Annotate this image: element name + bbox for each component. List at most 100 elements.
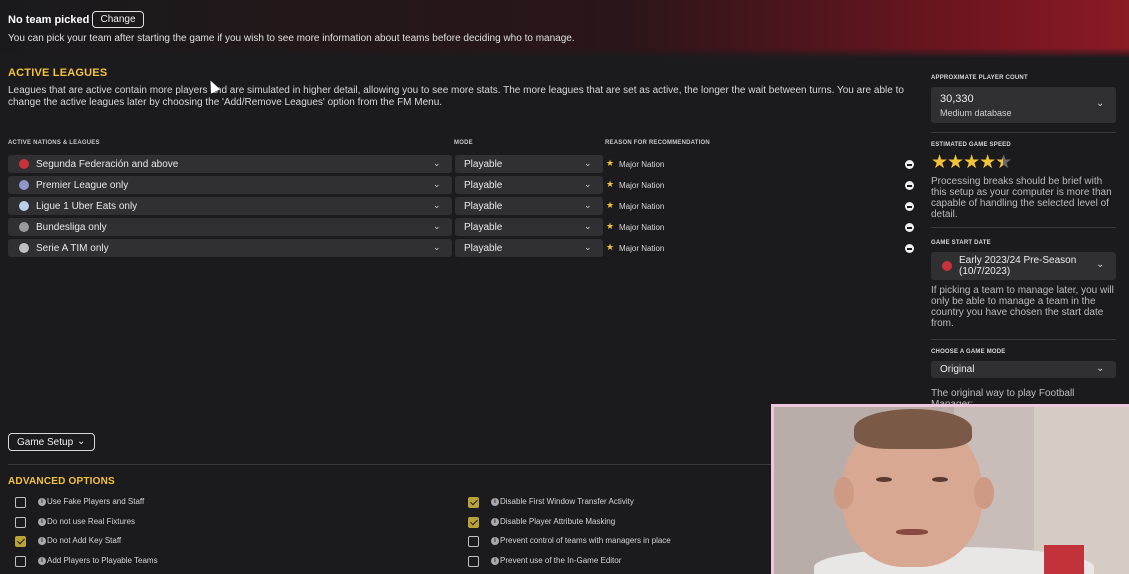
- change-team-button[interactable]: Change: [92, 11, 144, 28]
- player-count-sub: Medium database: [940, 108, 1012, 118]
- section-divider: [8, 464, 773, 465]
- recommendation-reason: Major Nation: [619, 244, 665, 253]
- mode-dropdown[interactable]: Playable ⌄: [455, 197, 603, 215]
- advanced-option: i Prevent use of the In-Game Editor: [468, 556, 768, 568]
- team-title: No team picked: [8, 14, 90, 26]
- chevron-down-icon: ⌄: [1096, 259, 1105, 270]
- league-name: Bundesliga only: [36, 222, 107, 233]
- info-icon[interactable]: i: [38, 518, 46, 526]
- league-name: Ligue 1 Uber Eats only: [36, 201, 138, 212]
- chevron-down-icon: ⌄: [433, 200, 441, 210]
- player-count-value: 30,330: [940, 93, 974, 105]
- option-label: Add Players to Playable Teams: [47, 556, 158, 565]
- active-leagues-description: Leagues that are active contain more pla…: [8, 85, 904, 108]
- league-row: Bundesliga only ⌄ Playable ⌄ ★ Major Nation: [8, 218, 918, 236]
- option-checkbox[interactable]: [15, 517, 26, 528]
- game-mode-dropdown[interactable]: Original ⌄: [931, 361, 1116, 378]
- presenter-ear: [834, 477, 854, 509]
- start-date-text: If picking a team to manage later, you w…: [931, 285, 1114, 329]
- mode-dropdown[interactable]: Playable ⌄: [455, 155, 603, 173]
- mode-dropdown[interactable]: Playable ⌄: [455, 239, 603, 257]
- league-dropdown[interactable]: Premier League only ⌄: [8, 176, 452, 194]
- mode-dropdown[interactable]: Playable ⌄: [455, 176, 603, 194]
- league-dropdown[interactable]: Bundesliga only ⌄: [8, 218, 452, 236]
- option-checkbox[interactable]: [15, 556, 26, 567]
- spain-flag-icon: [19, 159, 29, 169]
- advanced-option: i Do not use Real Fixtures: [15, 517, 315, 529]
- star-icon: ★: [947, 152, 964, 173]
- game-speed-text: Processing breaks should be brief with t…: [931, 176, 1112, 220]
- chevron-down-icon: ⌄: [584, 179, 592, 189]
- advanced-option: i Add Players to Playable Teams: [15, 556, 315, 568]
- league-row: Ligue 1 Uber Eats only ⌄ Playable ⌄ ★ Major N…: [8, 197, 918, 215]
- option-checkbox[interactable]: [468, 497, 479, 508]
- info-icon[interactable]: i: [38, 557, 46, 565]
- remove-league-icon[interactable]: [905, 181, 914, 190]
- recommendation-reason: Major Nation: [619, 160, 665, 169]
- game-speed-rating: ★★★★★: [931, 151, 1012, 174]
- chevron-down-icon: ⌄: [433, 221, 441, 231]
- option-checkbox[interactable]: [468, 517, 479, 528]
- team-description: You can pick your team after starting th…: [8, 33, 575, 44]
- remove-league-icon[interactable]: [905, 223, 914, 232]
- webcam-overlay: [771, 404, 1129, 574]
- league-dropdown[interactable]: Ligue 1 Uber Eats only ⌄: [8, 197, 452, 215]
- star-icon: ★: [963, 152, 980, 173]
- info-icon[interactable]: i: [491, 537, 499, 545]
- option-label: Prevent use of the In-Game Editor: [500, 556, 622, 565]
- mode-dropdown[interactable]: Playable ⌄: [455, 218, 603, 236]
- chevron-down-icon: ⌄: [433, 158, 441, 168]
- advanced-option: i Use Fake Players and Staff: [15, 497, 315, 509]
- advanced-options-title: ADVANCED OPTIONS: [8, 476, 115, 487]
- option-label: Prevent control of teams with managers i…: [500, 536, 671, 545]
- presenter-shirt-stripe: [1044, 545, 1084, 574]
- remove-league-icon[interactable]: [905, 244, 914, 253]
- option-label: Do not Add Key Staff: [47, 536, 122, 545]
- option-checkbox[interactable]: [468, 556, 479, 567]
- game-setup-label: Game Setup: [17, 437, 74, 448]
- start-date-dropdown[interactable]: Early 2023/24 Pre-Season (10/7/2023) ⌄: [931, 252, 1116, 280]
- advanced-option: i Disable Player Attribute Masking: [468, 517, 768, 529]
- half-star-icon: ★: [995, 152, 1012, 173]
- mode-value: Playable: [464, 180, 503, 191]
- info-icon[interactable]: i: [491, 557, 499, 565]
- star-icon: ★: [606, 221, 615, 231]
- option-label: Use Fake Players and Staff: [47, 497, 145, 506]
- side-divider: [931, 132, 1116, 133]
- chevron-down-icon: ⌄: [584, 200, 592, 210]
- recommendation-reason: Major Nation: [619, 223, 665, 232]
- league-dropdown[interactable]: Segunda Federación and above ⌄: [8, 155, 452, 173]
- info-icon[interactable]: i: [38, 537, 46, 545]
- chevron-down-icon: ⌄: [1096, 363, 1105, 374]
- chevron-down-icon: ⌄: [77, 436, 86, 447]
- star-icon: ★: [606, 242, 615, 252]
- game-speed-label: ESTIMATED GAME SPEED: [931, 142, 1011, 148]
- mode-value: Playable: [464, 243, 503, 254]
- england-crest-icon: [19, 180, 29, 190]
- league-row: Serie A TIM only ⌄ Playable ⌄ ★ Major Nation: [8, 239, 918, 257]
- mode-value: Playable: [464, 222, 503, 233]
- remove-league-icon[interactable]: [905, 160, 914, 169]
- start-date-label: GAME START DATE: [931, 240, 991, 246]
- info-icon[interactable]: i: [491, 518, 499, 526]
- game-mode-label: CHOOSE A GAME MODE: [931, 349, 1006, 355]
- league-row: Premier League only ⌄ Playable ⌄ ★ Major Nati…: [8, 176, 918, 194]
- league-dropdown[interactable]: Serie A TIM only ⌄: [8, 239, 452, 257]
- option-checkbox[interactable]: [468, 536, 479, 547]
- game-setup-dropdown[interactable]: Game Setup ⌄: [8, 433, 95, 451]
- chevron-down-icon: ⌄: [584, 158, 592, 168]
- info-icon[interactable]: i: [38, 498, 46, 506]
- remove-league-icon[interactable]: [905, 202, 914, 211]
- star-icon: ★: [606, 200, 615, 210]
- presenter-mouth: [896, 529, 928, 535]
- col-reason-header: REASON FOR RECOMMENDATION: [605, 140, 710, 146]
- info-icon[interactable]: i: [491, 498, 499, 506]
- option-checkbox[interactable]: [15, 536, 26, 547]
- recommendation-reason: Major Nation: [619, 202, 665, 211]
- chevron-down-icon: ⌄: [433, 179, 441, 189]
- player-count-dropdown[interactable]: 30,330 Medium database ⌄: [931, 87, 1116, 123]
- advanced-option: i Prevent control of teams with managers …: [468, 536, 768, 548]
- active-leagues-title: ACTIVE LEAGUES: [8, 67, 108, 79]
- option-checkbox[interactable]: [15, 497, 26, 508]
- france-crest-icon: [19, 201, 29, 211]
